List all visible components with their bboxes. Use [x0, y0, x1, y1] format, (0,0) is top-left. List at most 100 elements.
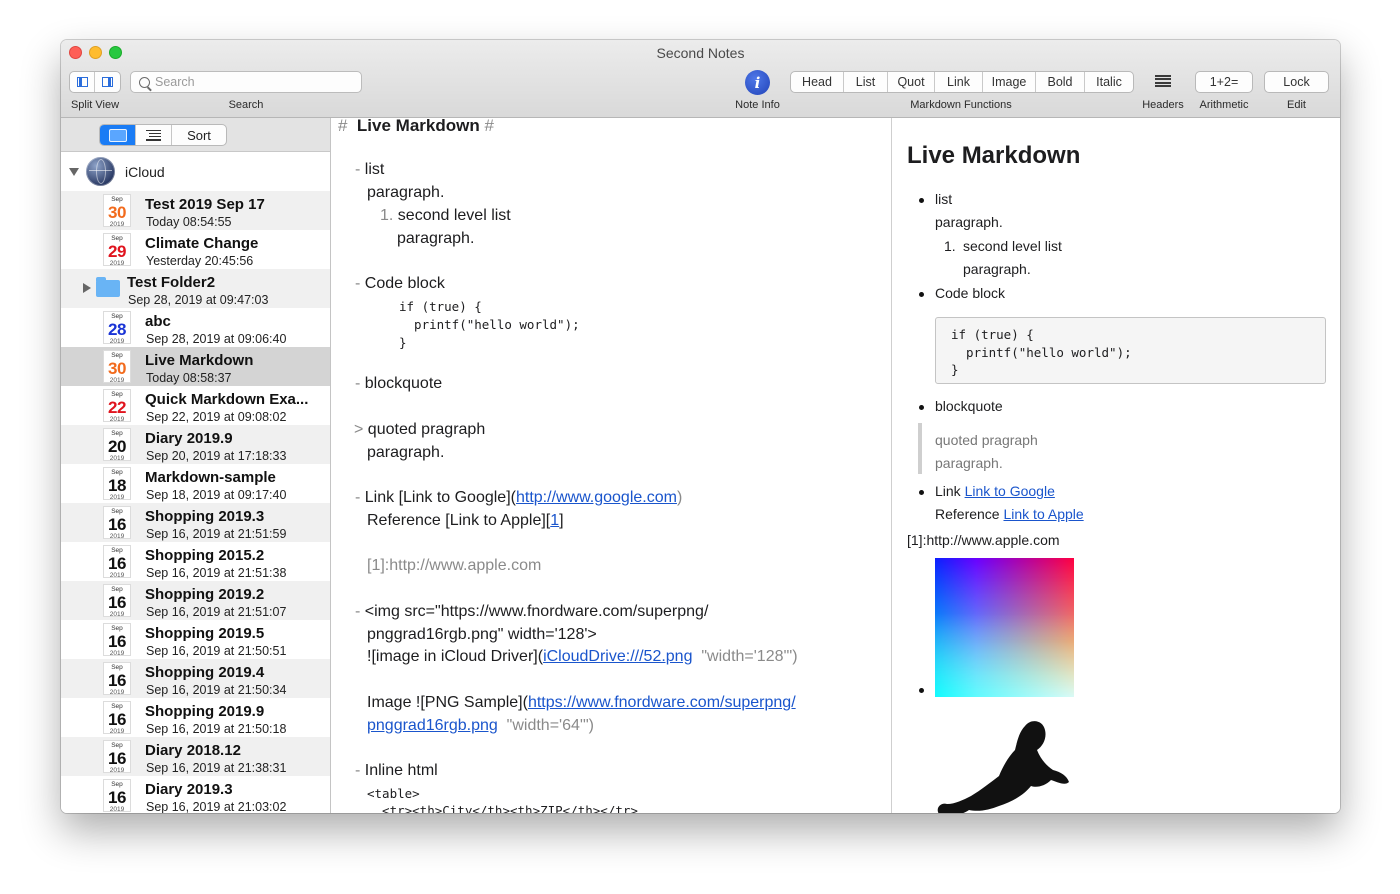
headers-button[interactable] — [1154, 73, 1172, 89]
note-row[interactable]: Sep 18 2019 Markdown-sample Sep 18, 2019 at … — [61, 464, 330, 503]
note-row[interactable]: Sep 30 2019 Test 2019 Sep 17 Today 08:54:55 — [61, 191, 330, 230]
note-row[interactable]: Sep 29 2019 Climate Change Yesterday 20:45:5… — [61, 230, 330, 269]
md-list-button[interactable]: List — [844, 72, 888, 92]
note-row[interactable]: Sep 22 2019 Quick Markdown Exa... Sep 22, 20… — [61, 386, 330, 425]
view-mode-control: Sort — [99, 124, 227, 146]
note-date: Sep 16, 2019 at 21:50:34 — [146, 683, 287, 697]
markdown-editor[interactable]: # Live Markdown # - list paragraph. 1. s… — [332, 118, 892, 813]
disclosure-triangle-icon[interactable] — [83, 283, 91, 293]
editor-img-line: - <img src="https://www.fnordware.com/su… — [355, 603, 709, 620]
editor-ref-link[interactable]: 1 — [550, 512, 559, 529]
note-title: Shopping 2019.2 — [145, 586, 265, 603]
calendar-icon: Sep 16 2019 — [103, 662, 131, 695]
preview-sublist-item: second level list — [963, 238, 1062, 254]
editor-icloud-link[interactable]: iCloudDrive:///52.png — [543, 648, 692, 665]
gradient-png-image — [935, 558, 1074, 697]
bullet-icon — [919, 490, 924, 495]
lock-button[interactable]: Lock — [1265, 72, 1328, 92]
folder-date: Sep 28, 2019 at 09:47:03 — [128, 293, 269, 307]
editor-image-sample-line: pnggrad16rgb.png "width='64'") — [367, 717, 594, 734]
note-date: Sep 20, 2019 at 17:18:33 — [146, 449, 287, 463]
note-row[interactable]: Sep 16 2019 Shopping 2019.3 Sep 16, 2019 at … — [61, 503, 330, 542]
split-view-right-button[interactable] — [95, 72, 120, 92]
calendar-icon: Sep 18 2019 — [103, 467, 131, 500]
preview-heading: Live Markdown — [907, 142, 1081, 169]
markdown-preview: Live Markdown list paragraph. 1. second … — [893, 118, 1340, 813]
markdown-functions-label: Markdown Functions — [910, 99, 1012, 111]
editor-list-line: - list — [355, 161, 385, 178]
bullet-icon — [919, 688, 924, 693]
note-row[interactable]: Sep 16 2019 Shopping 2019.2 Sep 16, 2019 at … — [61, 581, 330, 620]
list-view-button[interactable] — [136, 125, 172, 145]
arithmetic-button[interactable]: 1+2= — [1196, 72, 1252, 92]
search-input[interactable] — [155, 75, 355, 89]
calendar-icon: Sep 30 2019 — [103, 194, 131, 227]
icloud-root-row[interactable]: iCloud — [61, 152, 330, 191]
info-icon: i — [754, 73, 761, 92]
note-row[interactable]: Sep 16 2019 Shopping 2015.2 Sep 16, 2019 at … — [61, 542, 330, 581]
editor-blockquote-line: - blockquote — [355, 375, 443, 392]
calendar-icon: Sep 30 2019 — [103, 350, 131, 383]
sort-button[interactable]: Sort — [172, 125, 226, 145]
md-bold-button[interactable]: Bold — [1036, 72, 1085, 92]
editor-google-link[interactable]: http://www.google.com — [516, 489, 677, 506]
globe-icon — [86, 157, 115, 186]
note-date: Yesterday 20:45:56 — [146, 254, 254, 268]
md-link-button[interactable]: Link — [935, 72, 983, 92]
split-view-left-button[interactable] — [70, 72, 96, 92]
note-row[interactable]: Sep 16 2019 Diary 2019.3 Sep 16, 2019 at 21:… — [61, 776, 330, 813]
preview-sublist-para: paragraph. — [963, 261, 1031, 277]
editor-code-line: if (true) { — [399, 299, 482, 314]
editor-heading-line: # Live Markdown # — [338, 118, 494, 135]
editor-list-para: paragraph. — [367, 184, 445, 201]
editor-inline-html-line: - Inline html — [355, 762, 438, 779]
blockquote-bar — [918, 423, 922, 474]
editor-png-link[interactable]: https://www.fnordware.com/superpng/ — [528, 694, 796, 711]
note-row[interactable]: Sep 16 2019 Shopping 2019.5 Sep 16, 2019 at … — [61, 620, 330, 659]
preview-apple-link[interactable]: Link to Apple — [1003, 506, 1083, 522]
note-row[interactable]: Sep 28 2019 abc Sep 28, 2019 at 09:06:40 — [61, 308, 330, 347]
note-row[interactable]: Sep 30 2019 Live Markdown Today 08:58:37 — [61, 347, 330, 386]
folder-row[interactable]: Test Folder2 Sep 28, 2019 at 09:47:03 — [61, 269, 330, 308]
note-row[interactable]: Sep 16 2019 Shopping 2019.9 Sep 16, 2019 at … — [61, 698, 330, 737]
editor-png-link[interactable]: pnggrad16rgb.png — [367, 717, 498, 734]
editor-code-line: printf("hello world"); — [399, 317, 580, 332]
note-row[interactable]: Sep 20 2019 Diary 2019.9 Sep 20, 2019 at 17:… — [61, 425, 330, 464]
note-title: Climate Change — [145, 235, 259, 252]
note-date: Today 08:58:37 — [146, 371, 232, 385]
lock-control: Lock — [1264, 71, 1329, 93]
md-quote-button[interactable]: Quot — [888, 72, 935, 92]
note-list: Sep 30 2019 Test 2019 Sep 17 Today 08:54:55 S… — [61, 191, 330, 813]
preview-google-link[interactable]: Link to Google — [965, 483, 1055, 499]
note-date: Sep 16, 2019 at 21:38:31 — [146, 761, 287, 775]
note-info-label: Note Info — [735, 99, 780, 111]
search-field[interactable] — [130, 71, 362, 93]
editor-sublist-para: paragraph. — [397, 230, 475, 247]
md-image-button[interactable]: Image — [983, 72, 1036, 92]
note-title: Quick Markdown Exa... — [145, 391, 309, 408]
list-icon — [146, 129, 161, 141]
arithmetic-control: 1+2= — [1195, 71, 1253, 93]
note-date: Sep 28, 2019 at 09:06:40 — [146, 332, 287, 346]
note-title: abc — [145, 313, 171, 330]
calendar-icon: Sep 20 2019 — [103, 428, 131, 461]
folder-title: Test Folder2 — [127, 274, 216, 291]
calendar-icon: Sep 16 2019 — [103, 779, 131, 812]
note-info-button[interactable]: i — [745, 70, 770, 95]
note-title: Diary 2018.12 — [145, 742, 241, 759]
md-italic-button[interactable]: Italic — [1085, 72, 1133, 92]
md-head-button[interactable]: Head — [791, 72, 844, 92]
calendar-icon: Sep 29 2019 — [103, 233, 131, 266]
folder-view-button[interactable] — [100, 125, 136, 145]
note-date: Sep 16, 2019 at 21:51:38 — [146, 566, 287, 580]
window-title: Second Notes — [656, 45, 745, 61]
note-row[interactable]: Sep 16 2019 Shopping 2019.4 Sep 16, 2019 at … — [61, 659, 330, 698]
preview-list-item: list — [935, 191, 953, 207]
disclosure-triangle-icon[interactable] — [69, 168, 79, 176]
calendar-icon: Sep 16 2019 — [103, 584, 131, 617]
editor-img-icloud-line: ![image in iCloud Driver](iCloudDrive://… — [367, 648, 798, 665]
editor-sublist-line: 1. second level list — [380, 207, 511, 224]
note-title: Shopping 2019.3 — [145, 508, 265, 525]
calendar-icon: Sep 22 2019 — [103, 389, 131, 422]
note-row[interactable]: Sep 16 2019 Diary 2018.12 Sep 16, 2019 at 21… — [61, 737, 330, 776]
